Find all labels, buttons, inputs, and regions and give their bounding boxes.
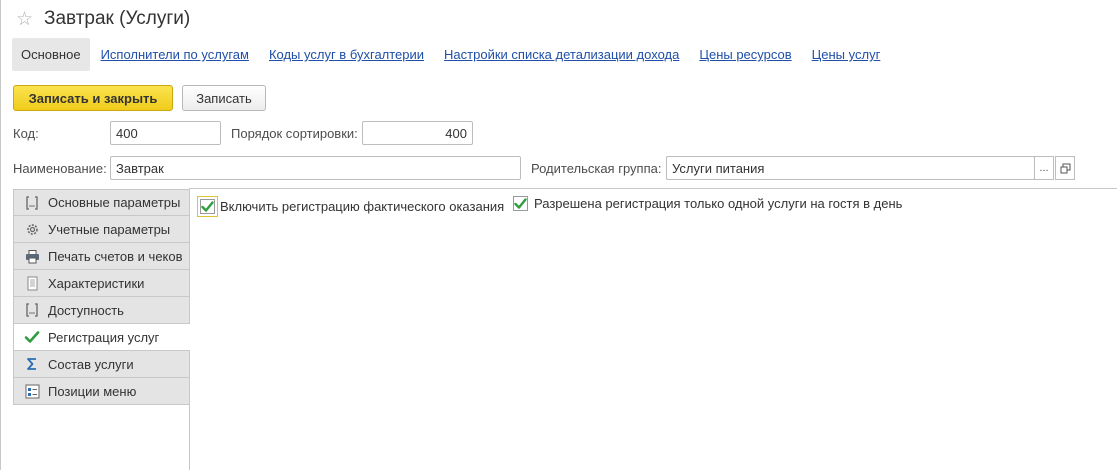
green-checkmark-icon [24, 329, 40, 345]
sort-order-field[interactable]: 400 [362, 121, 473, 145]
checkbox-label: Включить регистрацию фактического оказан… [220, 199, 505, 214]
tab-accounting-params[interactable]: Учетные параметры [13, 216, 190, 243]
code-field[interactable]: 400 [110, 121, 221, 145]
parent-group-field[interactable]: Услуги питания [666, 156, 1035, 180]
tab-menu-positions[interactable]: Позиции меню [13, 378, 190, 405]
save-button[interactable]: Записать [182, 85, 266, 111]
tab-label: Учетные параметры [48, 221, 171, 237]
nav-link-performers[interactable]: Исполнители по услугам [101, 47, 249, 62]
checkbox-one-service-per-guest[interactable]: Разрешена регистрация только одной услуг… [513, 196, 902, 211]
sort-order-label: Порядок сортировки: [231, 126, 358, 141]
open-parent-button[interactable] [1055, 156, 1075, 180]
bracket-form-icon [24, 302, 40, 318]
select-parent-button[interactable]: ... [1034, 156, 1054, 180]
bracket-form-icon [24, 195, 40, 211]
tab-label: Основные параметры [48, 195, 181, 210]
checkbox-actual-registration[interactable]: Включить регистрацию фактического оказан… [197, 196, 504, 217]
document-icon [24, 275, 40, 291]
tab-characteristics[interactable]: Характеристики [13, 270, 190, 297]
save-and-close-button[interactable]: Записать и закрыть [13, 85, 173, 111]
sigma-icon [24, 356, 40, 372]
checkbox-input[interactable] [513, 196, 528, 211]
checkbox-label: Разрешена регистрация только одной услуг… [534, 196, 903, 211]
tab-label: Позиции меню [48, 383, 137, 399]
tab-label: Состав услуги [48, 356, 134, 372]
nav-link-resource-prices[interactable]: Цены ресурсов [699, 47, 791, 62]
star-outline-icon[interactable]: ☆ [16, 10, 38, 29]
tab-service-composition[interactable]: Состав услуги [13, 351, 190, 378]
nav-link-accounting-codes[interactable]: Коды услуг в бухгалтерии [269, 47, 424, 62]
parent-group-label: Родительская группа: [531, 161, 662, 176]
form-navigation: Основное Исполнители по услугам Коды усл… [12, 38, 880, 71]
tab-label: Регистрация услуг [48, 329, 160, 345]
title-bar: ☆ Завтрак (Услуги) [16, 7, 190, 31]
tab-label: Характеристики [48, 275, 145, 291]
printer-icon [24, 248, 40, 264]
nav-tab-main[interactable]: Основное [12, 38, 90, 71]
nav-link-service-prices[interactable]: Цены услуг [812, 47, 881, 62]
gear-icon [24, 221, 40, 237]
window-border [0, 0, 1, 470]
menu-list-icon [24, 383, 40, 399]
nav-link-income-detail-settings[interactable]: Настройки списка детализации дохода [444, 47, 679, 62]
code-label: Код: [13, 126, 39, 141]
checkmark-icon [201, 200, 214, 212]
section-tabs: Основные параметры Учетные параметры Печ… [13, 189, 190, 405]
tab-label: Печать счетов и чеков [48, 248, 183, 264]
name-label: Наименование: [13, 161, 107, 176]
tab-label: Доступность [48, 302, 124, 318]
tab-main-params[interactable]: Основные параметры [13, 189, 190, 216]
name-field[interactable]: Завтрак [110, 156, 521, 180]
checkmark-icon [514, 197, 527, 209]
checkbox-input[interactable] [200, 199, 215, 214]
open-window-icon [1060, 163, 1070, 173]
page-title: Завтрак (Услуги) [44, 8, 191, 29]
tab-print[interactable]: Печать счетов и чеков [13, 243, 190, 270]
content-divider [189, 188, 1117, 189]
tab-service-registration[interactable]: Регистрация услуг [13, 324, 190, 351]
tab-availability[interactable]: Доступность [13, 297, 190, 324]
focus-frame [197, 196, 218, 217]
